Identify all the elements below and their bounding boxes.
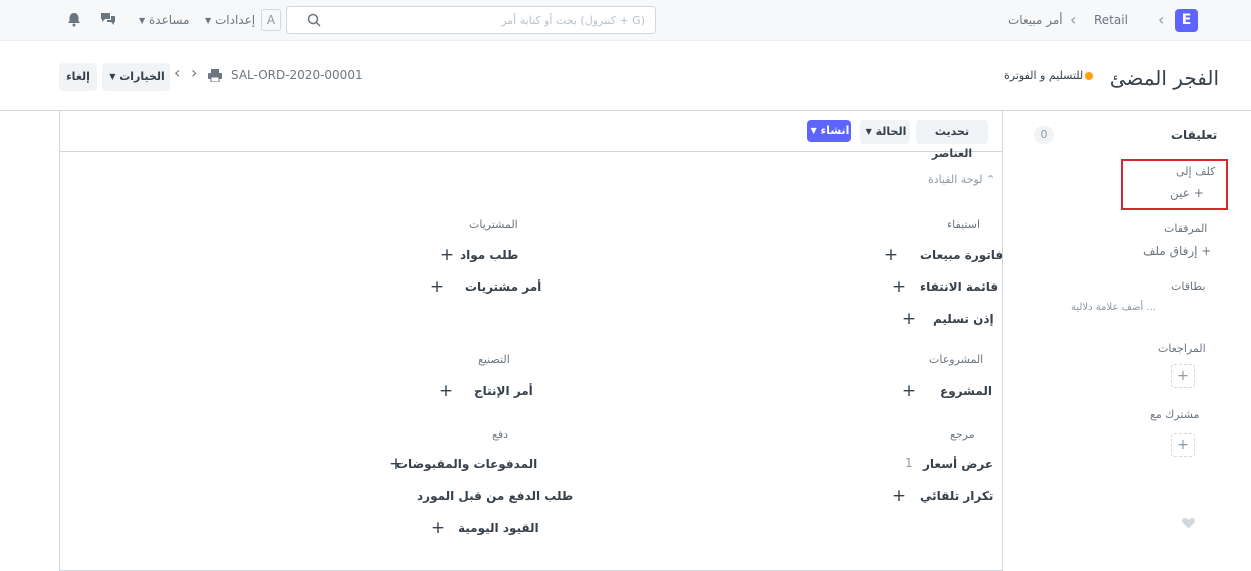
caret-down-icon: ▼ (810, 126, 817, 135)
link-sales-invoice[interactable]: فاتورة مبيعات (920, 248, 1003, 262)
quotation-count: 1 (905, 456, 913, 470)
group-label-projects: المشروعات (929, 353, 984, 366)
add-delivery-note-button[interactable]: + (898, 309, 920, 331)
dashboard-label: لوحة القيادة (928, 173, 983, 186)
prev-doc-icon[interactable]: ‹ (174, 63, 180, 82)
comments-count: 0 (1034, 126, 1054, 144)
navbar: E ‹ Retail ‹ أمر مبيعات بحث أو كتابة أمر… (0, 0, 1251, 41)
breadcrumb-sales-order[interactable]: أمر مبيعات (1008, 13, 1063, 27)
create-label: انشاء (820, 124, 850, 137)
heart-icon[interactable] (1182, 517, 1195, 529)
assign-label: عين (1170, 186, 1190, 200)
page-head: الفجر المضئ للتسليم و الفوترة SAL-ORD-20… (0, 41, 1251, 111)
next-doc-icon[interactable]: › (191, 63, 197, 82)
link-payment-request[interactable]: طلب الدفع من قبل المورد (417, 489, 573, 503)
options-label: الخيارات (119, 70, 165, 83)
form-toolbar: تحديث العناصر ▼ الحالة ▼ انشاء (60, 111, 1002, 160)
dashboard-section-title[interactable]: لوحة القيادة ⌃ (928, 173, 995, 186)
help-label: مساعدة (148, 13, 190, 27)
add-journal-entry-button[interactable]: + (427, 518, 449, 540)
chevron-up-icon: ⌃ (986, 173, 996, 186)
add-tag-link[interactable]: أضف علامة دلالية ... (1071, 302, 1156, 313)
add-reviewer-button[interactable]: + (1171, 364, 1195, 388)
add-work-order-button[interactable]: + (435, 381, 457, 403)
document-name: SAL-ORD-2020-00001 (231, 68, 363, 82)
link-auto-repeat[interactable]: تكرار تلقائي (920, 489, 993, 503)
group-label-purchasing: المشتريات (469, 218, 518, 231)
add-pick-list-button[interactable]: + (888, 277, 910, 299)
share-button[interactable]: + (1171, 433, 1195, 457)
caret-down-icon: ▼ (139, 16, 146, 25)
group-label-fulfillment: استيفاء (947, 218, 980, 231)
shared-with-label: مشترك مع (1150, 408, 1200, 421)
bell-icon[interactable] (67, 12, 81, 27)
form-layout: تحديث العناصر ▼ الحالة ▼ انشاء لوحة القي… (59, 111, 1003, 571)
breadcrumb-retail[interactable]: Retail (1094, 13, 1128, 27)
settings-menu[interactable]: ▼ إعدادات (203, 13, 255, 27)
link-material-request[interactable]: طلب مواد (460, 248, 518, 262)
caret-down-icon: ▼ (109, 72, 116, 81)
create-button[interactable]: ▼ انشاء (807, 120, 851, 142)
plus-icon: + (1201, 244, 1212, 258)
comments-label: تعليقات (1171, 128, 1218, 142)
link-purchase-order[interactable]: أمر مشتريات (465, 280, 541, 294)
assign-button[interactable]: عين + (1170, 186, 1204, 200)
caret-down-icon: ▼ (205, 16, 212, 25)
link-journal-entry[interactable]: القيود اليومية (458, 521, 539, 535)
status-indicator: للتسليم و الفوترة (1004, 69, 1094, 82)
group-label-manufacturing: التصنيع (478, 353, 510, 366)
reviewers-label: المراجعات (1158, 342, 1206, 355)
status-dropdown-button[interactable]: ▼ الحالة (860, 120, 910, 144)
link-quotation[interactable]: عرض أسعار (923, 457, 993, 471)
status-dot (1085, 72, 1094, 80)
settings-label: إعدادات (214, 13, 256, 27)
update-items-button[interactable]: تحديث العناصر (916, 120, 988, 160)
cancel-button[interactable]: إلغاء (59, 63, 97, 91)
link-payment-entry[interactable]: المدفوعات والمقبوضات (396, 457, 537, 471)
caret-down-icon: ▼ (865, 127, 872, 136)
search-box[interactable]: بحث أو كتابة أمر (كنترول + G) (286, 6, 656, 34)
help-menu[interactable]: ▼ مساعدة (137, 13, 190, 27)
status-text: للتسليم و الفوترة (1004, 69, 1084, 82)
search-input[interactable]: بحث أو كتابة أمر (كنترول + G) (501, 14, 645, 27)
link-delivery-note[interactable]: إذن تسليم (933, 312, 994, 326)
page-title: الفجر المضئ (1109, 66, 1219, 90)
options-button[interactable]: ▼ الخيارات (102, 63, 170, 91)
link-pick-list[interactable]: قائمة الانتقاء (920, 280, 998, 294)
attach-label: إرفاق ملف (1143, 244, 1198, 258)
add-payment-entry-button[interactable]: + (385, 454, 407, 476)
chevron-left-icon: ‹ (1158, 10, 1165, 29)
search-icon (307, 13, 321, 27)
chat-icon[interactable] (100, 12, 116, 26)
tags-label: بطاقات (1171, 280, 1206, 293)
attachments-label: المرفقات (1164, 222, 1208, 235)
group-label-payment: دفع (492, 428, 509, 441)
status-dropdown-label: الحالة (875, 125, 907, 138)
add-project-button[interactable]: + (898, 381, 920, 403)
add-material-request-button[interactable]: + (436, 245, 458, 267)
add-purchase-order-button[interactable]: + (426, 277, 448, 299)
assigned-to-label: كلف إلى (1176, 165, 1216, 178)
add-auto-repeat-button[interactable]: + (888, 486, 910, 508)
add-sales-invoice-button[interactable]: + (880, 245, 902, 267)
link-work-order[interactable]: أمر الإنتاج (474, 384, 533, 398)
chevron-left-icon: ‹ (1070, 10, 1077, 29)
avatar[interactable]: A (261, 9, 281, 31)
link-project[interactable]: المشروع (940, 384, 992, 398)
app-logo[interactable]: E (1175, 9, 1198, 32)
plus-icon: + (1193, 186, 1204, 200)
group-label-reference: مرجع (950, 428, 975, 441)
print-icon[interactable] (208, 69, 222, 82)
attach-file-button[interactable]: إرفاق ملف + (1143, 244, 1211, 258)
